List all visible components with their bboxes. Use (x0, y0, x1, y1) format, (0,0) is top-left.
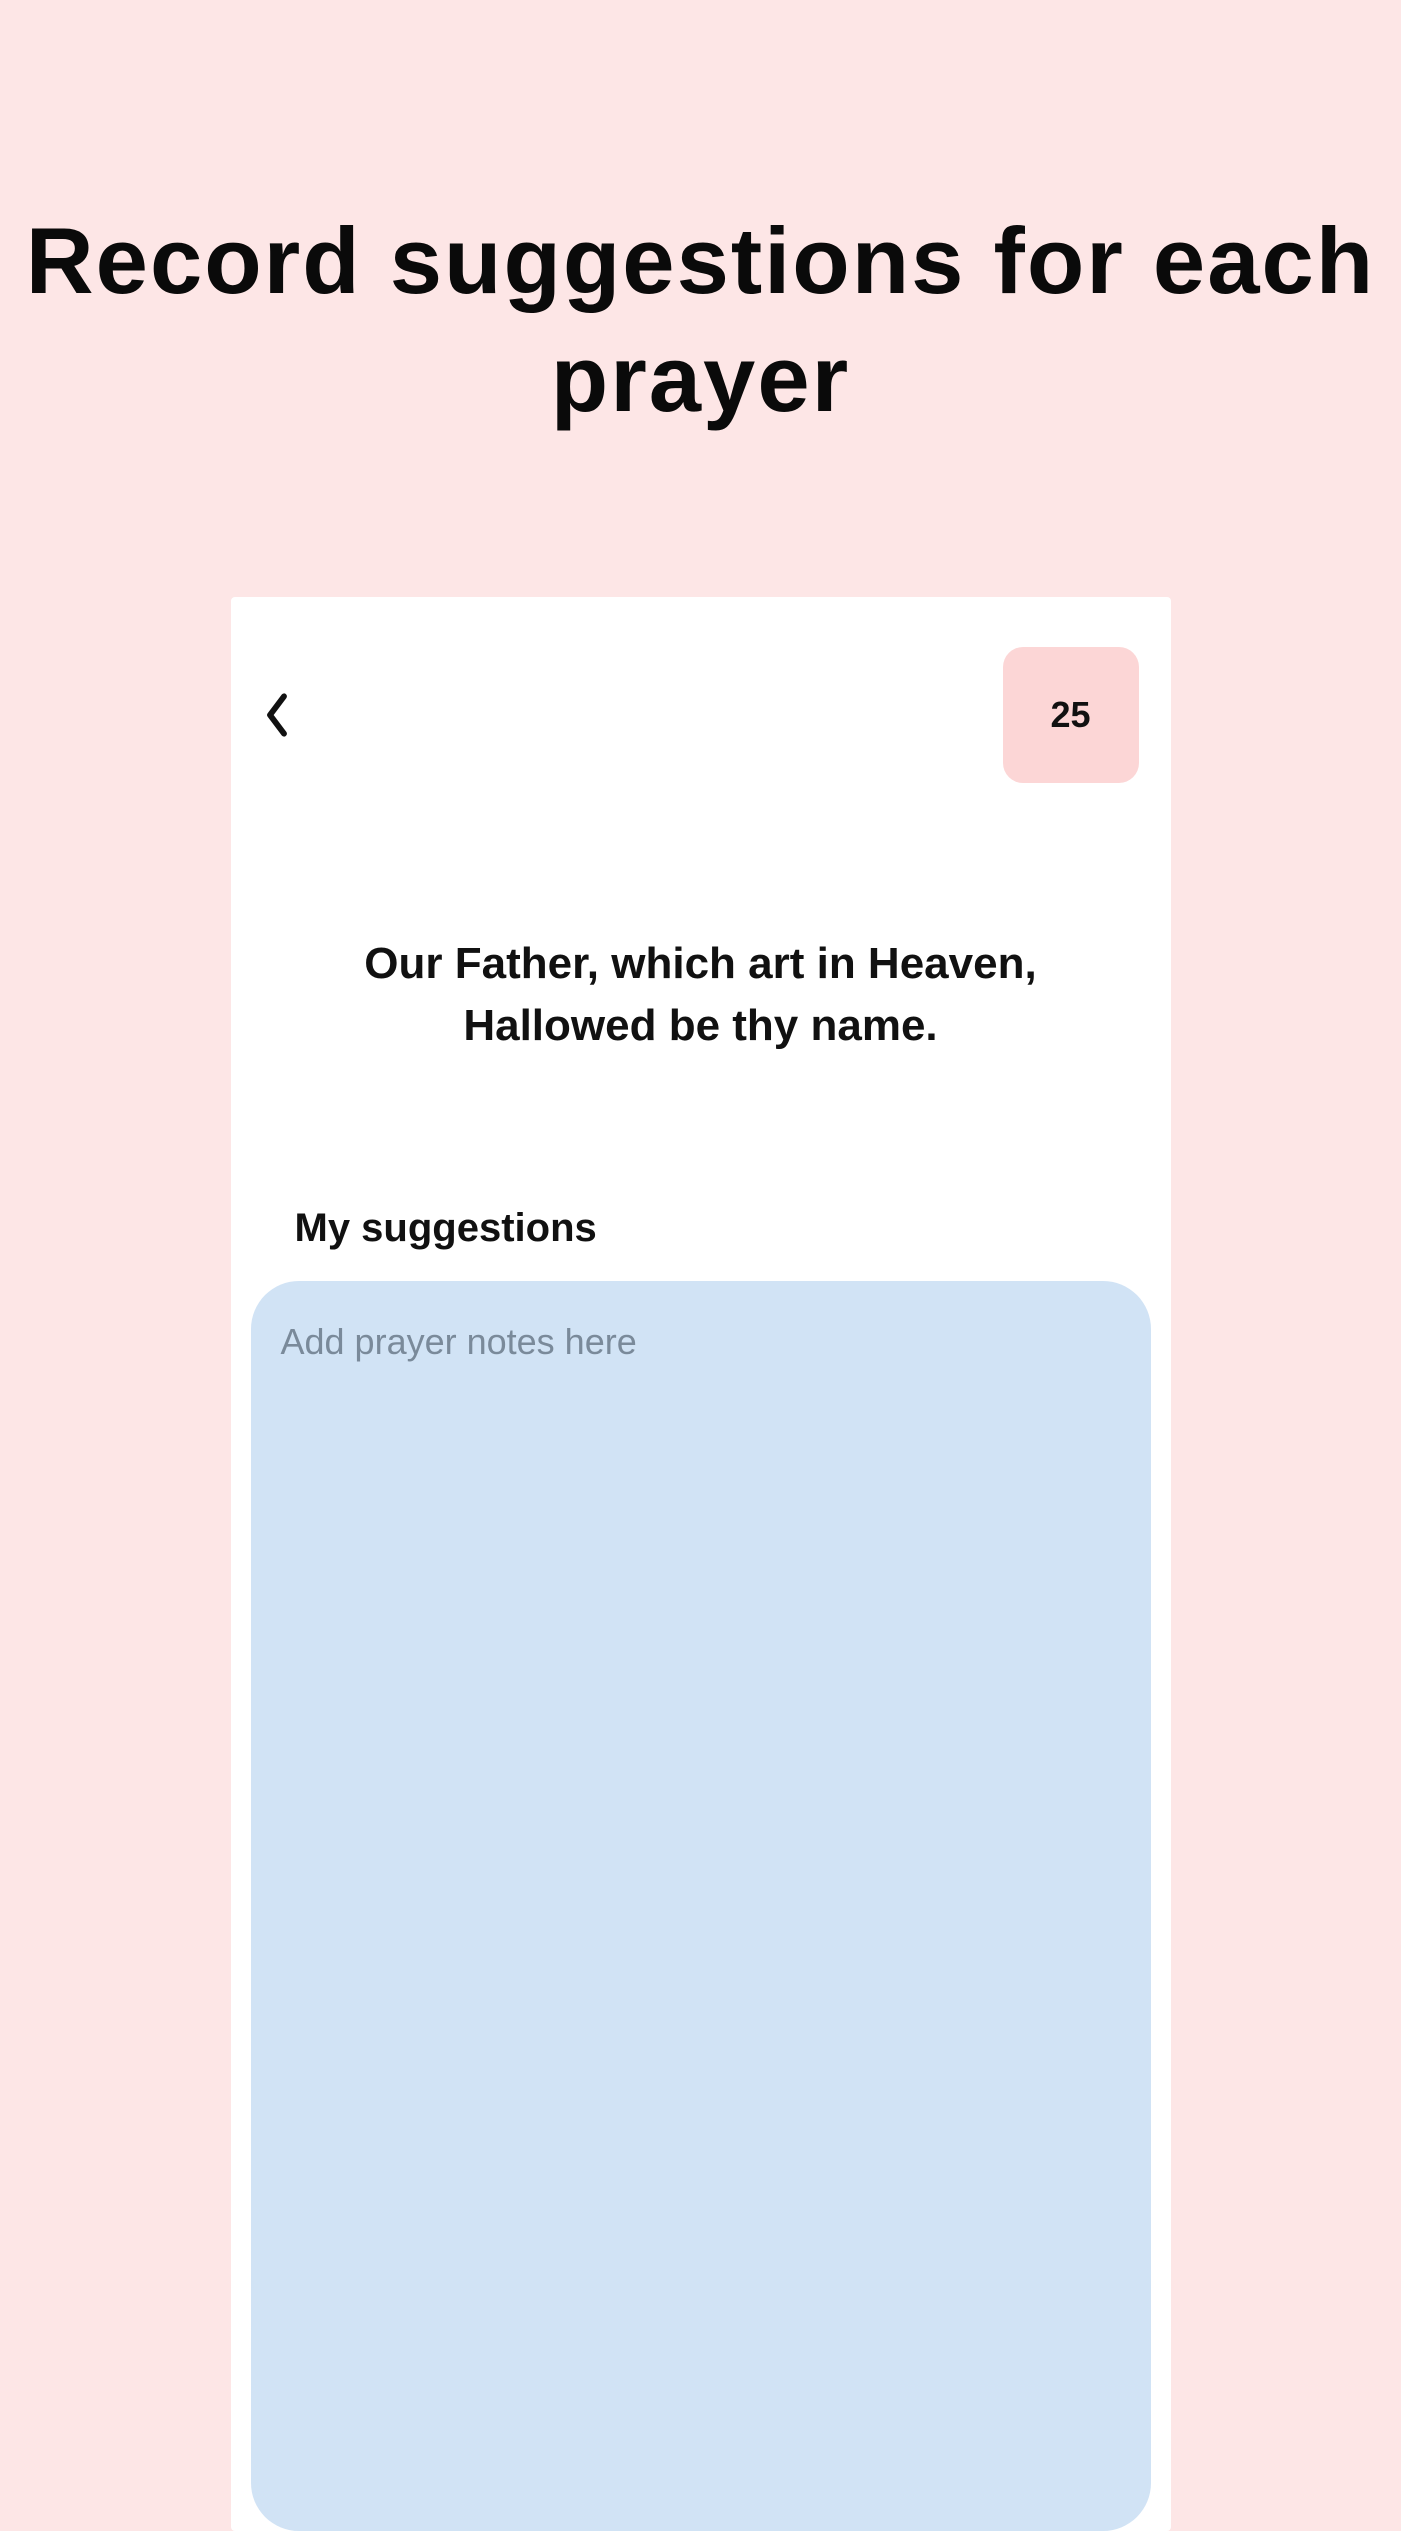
promo-frame: Record suggestions for each prayer 25 Ou… (12, 12, 1389, 2474)
prayer-notes-input[interactable] (251, 1281, 1151, 2531)
chevron-left-icon (263, 691, 291, 739)
suggestions-heading: My suggestions (251, 1206, 1151, 1251)
back-button[interactable] (257, 695, 297, 735)
phone-screen: 25 Our Father, which art in Heaven, Hall… (231, 597, 1171, 2531)
prayer-verse: Our Father, which art in Heaven, Hallowe… (251, 933, 1151, 1056)
promo-headline: Record suggestions for each prayer (12, 202, 1389, 437)
prayer-count-badge: 25 (1003, 647, 1139, 783)
phone-header: 25 (251, 627, 1151, 803)
